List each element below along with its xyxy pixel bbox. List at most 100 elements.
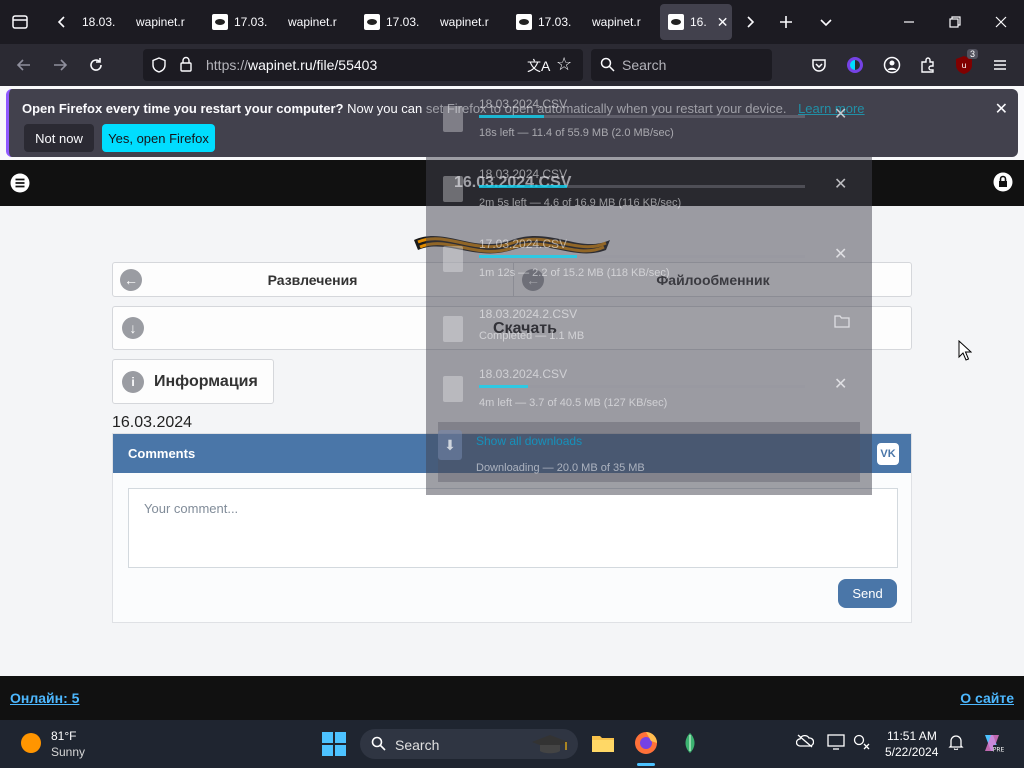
file-icon xyxy=(443,246,463,272)
svg-text:u: u xyxy=(961,61,966,70)
list-all-tabs-icon[interactable] xyxy=(810,6,842,38)
download-item[interactable]: 18.03.2024.CSV 18s left — 11.4 of 55.9 M… xyxy=(426,92,872,152)
url-host-path: wapinet.ru/file/55403 xyxy=(248,57,378,73)
reload-icon[interactable] xyxy=(80,49,112,81)
tab-2[interactable]: 17.03. xyxy=(204,4,276,40)
network-icon[interactable] xyxy=(853,734,871,753)
close-tab-icon[interactable]: ✕ xyxy=(717,14,729,31)
eye-favicon-icon xyxy=(212,14,228,30)
tab-4[interactable]: 17.03. xyxy=(356,4,428,40)
send-button[interactable]: Send xyxy=(838,579,897,608)
show-in-folder-icon[interactable] xyxy=(834,314,850,333)
url-protocol: https:// xyxy=(206,57,249,73)
tab-label: 16. xyxy=(690,15,707,29)
tracking-protection-shield-icon[interactable] xyxy=(151,57,167,78)
cancel-download-icon[interactable]: ✕ xyxy=(834,174,847,194)
tab-label: 18.03. xyxy=(82,15,116,29)
tab-label: wapinet.r xyxy=(136,15,185,29)
tab-label: wapinet.r xyxy=(288,15,337,29)
url-text[interactable]: https://wapinet.ru/file/55403 xyxy=(206,57,377,73)
eye-favicon-icon xyxy=(516,14,532,30)
info-button[interactable]: i Информация xyxy=(112,359,274,404)
mouse-cursor-icon xyxy=(958,340,972,361)
login-lock-icon[interactable] xyxy=(993,172,1013,197)
file-date: 16.03.2024 xyxy=(112,414,193,431)
download-item[interactable]: 18.03.2024.2.CSV Completed — 1.1 MB xyxy=(426,302,872,362)
copilot-icon[interactable]: PRE xyxy=(980,731,1004,758)
site-menu-icon[interactable] xyxy=(10,173,30,198)
yes-open-firefox-button[interactable]: Yes, open Firefox xyxy=(102,124,215,152)
not-now-button[interactable]: Not now xyxy=(24,124,94,152)
arrow-down-icon: ↓ xyxy=(122,317,144,339)
vk-logo-icon[interactable]: VK xyxy=(877,443,899,465)
clock-date[interactable]: 5/22/2024 xyxy=(885,745,938,759)
weather-temperature[interactable]: 81°F xyxy=(51,729,76,743)
nav-label: Развлечения xyxy=(267,271,358,288)
download-progress-bar xyxy=(479,185,805,188)
search-bar[interactable]: Search xyxy=(591,49,772,81)
file-explorer-icon[interactable] xyxy=(590,730,616,756)
hamburger-menu-icon[interactable] xyxy=(984,49,1016,81)
tab-active[interactable]: 16. ✕ xyxy=(660,4,732,40)
clock-time[interactable]: 11:51 AM xyxy=(887,729,937,743)
eye-favicon-icon xyxy=(364,14,380,30)
about-site-link[interactable]: О сайте xyxy=(960,690,1014,706)
search-placeholder: Search xyxy=(622,57,667,73)
eye-favicon-icon xyxy=(668,14,684,30)
pocket-icon[interactable] xyxy=(803,49,835,81)
search-icon xyxy=(371,736,386,754)
site-footer: Онлайн: 5 О сайте xyxy=(0,676,1024,720)
tab-6[interactable]: 17.03. xyxy=(508,4,580,40)
lock-icon[interactable] xyxy=(179,56,193,77)
comment-input[interactable]: Your comment... xyxy=(128,488,898,568)
download-item[interactable]: 17.03.2024.CSV 1m 12s — 2.2 of 15.2 MB (… xyxy=(426,232,872,292)
active-app-indicator xyxy=(637,763,655,766)
scroll-tabs-right-icon[interactable] xyxy=(734,6,766,38)
forward-arrow-icon[interactable] xyxy=(44,49,76,81)
restore-window-icon[interactable] xyxy=(939,6,971,38)
extensions-icon[interactable] xyxy=(912,49,944,81)
ublock-extension-icon[interactable]: u 3 xyxy=(948,49,980,81)
downloads-panel: 18.03.2024.CSV 18s left — 11.4 of 55.9 M… xyxy=(426,92,872,495)
vpn-icon[interactable] xyxy=(839,49,871,81)
tab-5[interactable]: wapinet.r xyxy=(432,4,502,40)
account-icon[interactable] xyxy=(876,49,908,81)
tab-1[interactable]: wapinet.r xyxy=(128,4,198,40)
download-name: 17.03.2024.CSV xyxy=(479,237,568,251)
back-arrow-icon[interactable] xyxy=(8,49,40,81)
display-icon[interactable] xyxy=(827,734,845,753)
sun-weather-icon[interactable] xyxy=(21,733,41,753)
comments-title: Comments xyxy=(128,446,196,461)
info-label: Информация xyxy=(154,373,258,390)
online-count-link[interactable]: Онлайн: 5 xyxy=(10,690,79,706)
weather-description[interactable]: Sunny xyxy=(51,745,85,759)
taskbar-search[interactable]: Search xyxy=(360,729,578,759)
tab-0[interactable]: 18.03. xyxy=(74,4,122,40)
new-tab-icon[interactable] xyxy=(770,6,802,38)
download-item[interactable]: 18.03.2024.CSV 4m left — 3.7 of 40.5 MB … xyxy=(426,362,872,422)
onedrive-offline-icon[interactable] xyxy=(795,734,815,751)
tab-bar: 18.03. wapinet.r 17.03. wapinet.r 17.03.… xyxy=(0,0,1024,44)
bookmark-star-icon[interactable]: ☆ xyxy=(556,54,572,75)
leaf-app-icon[interactable] xyxy=(677,730,703,756)
firefox-icon[interactable] xyxy=(633,730,659,756)
tab-7[interactable]: wapinet.r xyxy=(584,4,654,40)
translate-icon[interactable]: 文A xyxy=(527,56,550,76)
cancel-download-icon[interactable]: ✕ xyxy=(834,104,847,124)
close-notification-icon[interactable]: ✕ xyxy=(995,99,1008,119)
tab-label: 17.03. xyxy=(538,15,572,29)
extension-badge: 3 xyxy=(966,49,978,59)
windows-start-icon[interactable] xyxy=(322,732,346,756)
close-window-icon[interactable] xyxy=(985,6,1017,38)
cancel-download-icon[interactable]: ✕ xyxy=(834,244,847,264)
download-name: 18.03.2024.CSV xyxy=(479,167,568,181)
minimize-window-icon[interactable] xyxy=(893,6,925,38)
download-item[interactable]: 18.03.2024.CSV 2m 5s left — 4.6 of 16.9 … xyxy=(426,162,872,222)
download-progress-bar xyxy=(479,115,805,118)
address-bar[interactable]: https://wapinet.ru/file/55403 文A ☆ xyxy=(143,49,583,81)
tab-overview-icon[interactable] xyxy=(4,6,36,38)
show-all-downloads[interactable]: ⬇ Show all downloads Downloading — 20.0 … xyxy=(438,422,860,482)
notification-bell-icon[interactable] xyxy=(948,734,964,753)
cancel-download-icon[interactable]: ✕ xyxy=(834,374,847,394)
tab-3[interactable]: wapinet.r xyxy=(280,4,350,40)
